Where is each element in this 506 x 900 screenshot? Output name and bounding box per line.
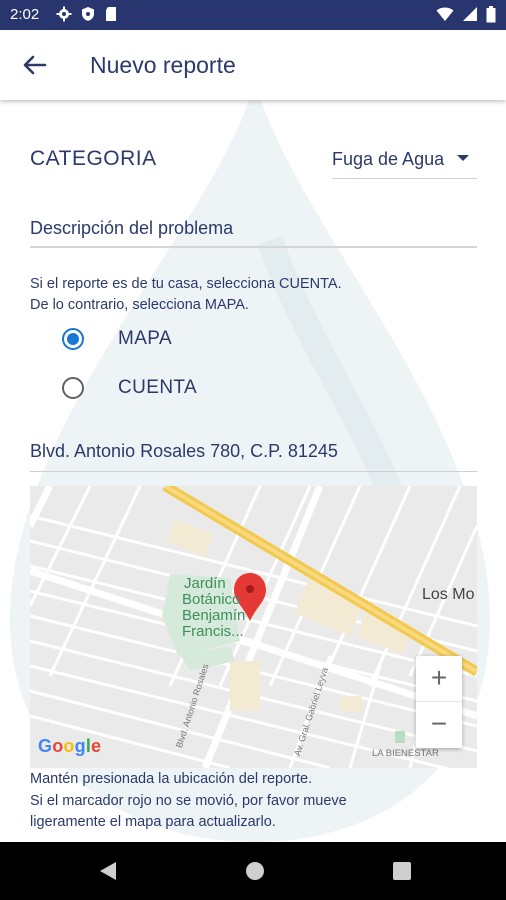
area-label: LA BIENESTAR — [372, 748, 439, 759]
google-logo: Google — [38, 736, 102, 756]
poi-label-line: Francis... — [182, 623, 244, 640]
zoom-controls: + − — [416, 656, 462, 748]
poi-label-line: Jardín — [184, 575, 226, 592]
status-bar: 2:02 — [0, 0, 506, 30]
poi-label: Jardín Botánico Benjamín Francis... — [182, 576, 245, 640]
radio-option-mapa[interactable]: MAPA — [62, 324, 262, 354]
help-text-line: De lo contrario, selecciona MAPA. — [30, 297, 249, 313]
help-text-line: Si el reporte es de tu casa, selecciona … — [30, 276, 342, 292]
street-label: Av. Gral. Gabriel Leyva — [292, 666, 331, 758]
recents-square-icon[interactable] — [390, 859, 414, 883]
wifi-icon — [436, 7, 454, 21]
address-value: Blvd. Antonio Rosales 780, C.P. 81245 — [30, 441, 338, 461]
radio-label: CUENTA — [118, 377, 198, 398]
system-nav-bar — [0, 842, 506, 900]
category-value: Fuga de Agua — [332, 149, 445, 169]
map-view[interactable]: Jardín Botánico Benjamín Francis... Los … — [30, 486, 477, 768]
help-text: Si el reporte es de tu casa, selecciona … — [30, 274, 342, 316]
zoom-in-button[interactable]: + — [416, 656, 462, 702]
app-bar: Nuevo reporte — [0, 30, 506, 100]
shield-icon — [82, 7, 94, 21]
battery-icon — [486, 6, 496, 23]
home-circle-icon[interactable] — [243, 859, 267, 883]
description-placeholder: Descripción del problema — [30, 218, 234, 238]
description-field[interactable]: Descripción del problema — [30, 208, 477, 248]
report-form: CATEGORIA Fuga de Agua Descripción del p… — [0, 100, 506, 842]
poi-label-line: Benjamín — [182, 607, 246, 624]
radio-option-cuenta[interactable]: CUENTA — [62, 373, 262, 403]
street-label: Blvd. Antonio Rosales — [174, 662, 211, 750]
gear-icon — [56, 6, 72, 22]
arrow-left-icon — [23, 55, 47, 75]
signal-icon — [463, 7, 477, 21]
sd-card-icon — [106, 7, 116, 21]
map-hint-text: Mantén presionada la ubicación del repor… — [30, 769, 347, 834]
back-button[interactable] — [18, 50, 52, 80]
address-field[interactable]: Blvd. Antonio Rosales 780, C.P. 81245 — [30, 430, 477, 472]
page-title: Nuevo reporte — [90, 52, 236, 78]
back-triangle-icon[interactable] — [96, 859, 120, 883]
category-label: CATEGORIA — [30, 147, 157, 170]
hint-line: Si el marcador rojo no se movió, por fav… — [30, 792, 347, 809]
dropdown-arrow-icon — [457, 155, 469, 161]
hint-line: Mantén presionada la ubicación del repor… — [30, 771, 313, 787]
map-labels: Jardín Botánico Benjamín Francis... Los … — [30, 486, 477, 768]
status-time: 2:02 — [10, 6, 40, 23]
radio-label: MAPA — [118, 328, 173, 349]
zoom-out-button[interactable]: − — [416, 702, 462, 748]
place-label: Los Mo — [422, 586, 475, 603]
hint-line: ligeramente el mapa para actualizarlo. — [30, 814, 276, 830]
radio-button[interactable] — [62, 377, 84, 399]
category-dropdown[interactable]: Fuga de Agua — [332, 141, 477, 179]
poi-label-line: Botánico — [182, 591, 241, 608]
radio-button-selected[interactable] — [62, 328, 84, 350]
